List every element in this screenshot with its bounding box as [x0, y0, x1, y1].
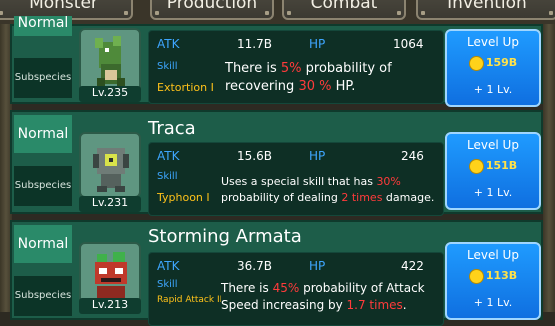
desc-text: probability of dealing: [221, 191, 342, 204]
level-up-cost: 113B: [463, 266, 523, 286]
tab-invention[interactable]: Invention: [416, 0, 555, 20]
tab-rivet: [155, 11, 159, 15]
cost-value: 113B: [485, 269, 518, 282]
level-gain: + 1 Lv.: [473, 83, 513, 96]
level-up-button[interactable]: Level Up 159B + 1 Lv.: [445, 29, 541, 107]
desc-highlight: 5%: [280, 61, 302, 76]
atk-value: 15.6B: [237, 149, 272, 163]
coin-icon: [468, 268, 484, 284]
level-gain: + 1 Lv.: [473, 296, 513, 309]
skill-name: Extortion I: [157, 81, 214, 94]
hp-label: HP: [309, 259, 326, 273]
hp-label: HP: [309, 37, 326, 51]
subspecies-button[interactable]: Subspecies: [14, 58, 72, 98]
desc-text: There is: [225, 61, 281, 76]
robot-monster-icon: [93, 148, 129, 192]
tab-rivet: [265, 11, 269, 15]
hp-value: 246: [401, 149, 424, 163]
desc-highlight: 1.7 times: [346, 298, 403, 312]
cost-value: 151B: [485, 159, 518, 172]
armata-monster-icon: [95, 252, 127, 300]
tab-rivet: [397, 11, 401, 15]
skill-label: Skill: [157, 61, 178, 72]
tab-combat[interactable]: Combat: [282, 0, 406, 20]
desc-text: HP.: [331, 79, 356, 94]
skill-label: Skill: [157, 279, 178, 290]
level-up-label: Level Up: [467, 35, 519, 49]
monster-level: Lv.235: [79, 86, 141, 102]
stats-panel: ATK 11.7B HP 1064 Skill Extortion I Ther…: [148, 30, 444, 104]
level-up-label: Level Up: [467, 248, 519, 262]
tab-production[interactable]: Production: [150, 0, 274, 20]
stats-panel: ATK 15.6B HP 246 Skill Typhoon I Uses a …: [148, 142, 444, 216]
hp-label: HP: [309, 149, 326, 163]
subspecies-button[interactable]: Subspecies: [14, 166, 72, 206]
monster-card: Normal Subspecies Lv.231 Traca ATK 15.6B…: [10, 110, 543, 216]
desc-highlight: 2 times: [341, 191, 383, 204]
desc-text: probability of: [301, 61, 392, 76]
tab-rivet: [421, 11, 425, 15]
tab-label: Monster: [29, 0, 98, 13]
desc-text: There is: [221, 281, 273, 295]
level-up-label: Level Up: [467, 138, 519, 152]
tab-label: Invention: [447, 0, 527, 13]
desc-text: recovering: [225, 79, 299, 94]
coin-icon: [468, 158, 484, 174]
monster-name: Traca: [148, 118, 196, 139]
rarity-badge: Normal: [14, 225, 72, 263]
atk-label: ATK: [157, 149, 180, 163]
level-up-button[interactable]: Level Up 151B + 1 Lv.: [445, 132, 541, 210]
right-frame-rail: [543, 24, 555, 312]
desc-text: damage.: [382, 191, 435, 204]
atk-label: ATK: [157, 37, 180, 51]
tab-rivet: [287, 11, 291, 15]
hp-value: 1064: [393, 37, 424, 51]
stats-panel: ATK 36.7B HP 422 Skill Rapid Attack II T…: [148, 252, 444, 326]
atk-value: 11.7B: [237, 37, 272, 51]
skill-label: Skill: [157, 171, 178, 182]
desc-text: probability of Attack: [299, 281, 425, 295]
level-up-cost: 159B: [463, 53, 523, 73]
monster-portrait: [79, 28, 141, 94]
desc-text: .: [402, 298, 407, 312]
tab-label: Production: [166, 0, 258, 13]
tab-label: Combat: [310, 0, 378, 13]
level-up-button[interactable]: Level Up 113B + 1 Lv.: [445, 242, 541, 320]
tab-rivet: [549, 11, 553, 15]
top-tab-bar: Monster Production Combat Invention: [0, 0, 555, 24]
rarity-badge: Normal: [14, 115, 72, 153]
desc-text: Uses a special skill that has: [221, 175, 377, 188]
subspecies-button[interactable]: Subspecies: [14, 276, 72, 316]
desc-text: Speed increasing by: [221, 298, 347, 312]
desc-highlight: 30%: [376, 175, 401, 188]
skill-description-line2: recovering 30 % HP.: [225, 79, 355, 94]
monster-name: Storming Armata: [148, 226, 302, 247]
monster-portrait: [79, 132, 141, 198]
skill-description-line1: There is 45% probability of Attack: [221, 281, 425, 295]
level-gain: + 1 Lv.: [473, 186, 513, 199]
skill-description-line2: Speed increasing by 1.7 times.: [221, 298, 407, 312]
atk-label: ATK: [157, 259, 180, 273]
tab-rivet: [0, 11, 3, 15]
coin-icon: [468, 55, 484, 71]
atk-value: 36.7B: [237, 259, 272, 273]
skill-description-line2: probability of dealing 2 times damage.: [221, 191, 434, 204]
skill-description-line1: Uses a special skill that has 30%: [221, 175, 401, 188]
monster-level: Lv.231: [79, 196, 141, 212]
cost-value: 159B: [485, 56, 518, 69]
rarity-badge: Normal: [14, 16, 72, 36]
desc-highlight: 30 %: [298, 79, 332, 94]
skill-name: Typhoon I: [157, 191, 210, 204]
hp-value: 422: [401, 259, 424, 273]
lizard-monster-icon: [95, 36, 125, 86]
monster-card: Normal Subspecies Lv.235 ATK 11.7B HP 10…: [10, 16, 543, 107]
tab-rivet: [124, 11, 128, 15]
desc-highlight: 45%: [272, 281, 300, 295]
level-up-cost: 151B: [463, 156, 523, 176]
skill-name: Rapid Attack II: [157, 295, 221, 305]
monster-card: Normal Subspecies Lv.213 Storming Armata…: [10, 220, 543, 326]
skill-description-line1: There is 5% probability of: [225, 61, 392, 76]
